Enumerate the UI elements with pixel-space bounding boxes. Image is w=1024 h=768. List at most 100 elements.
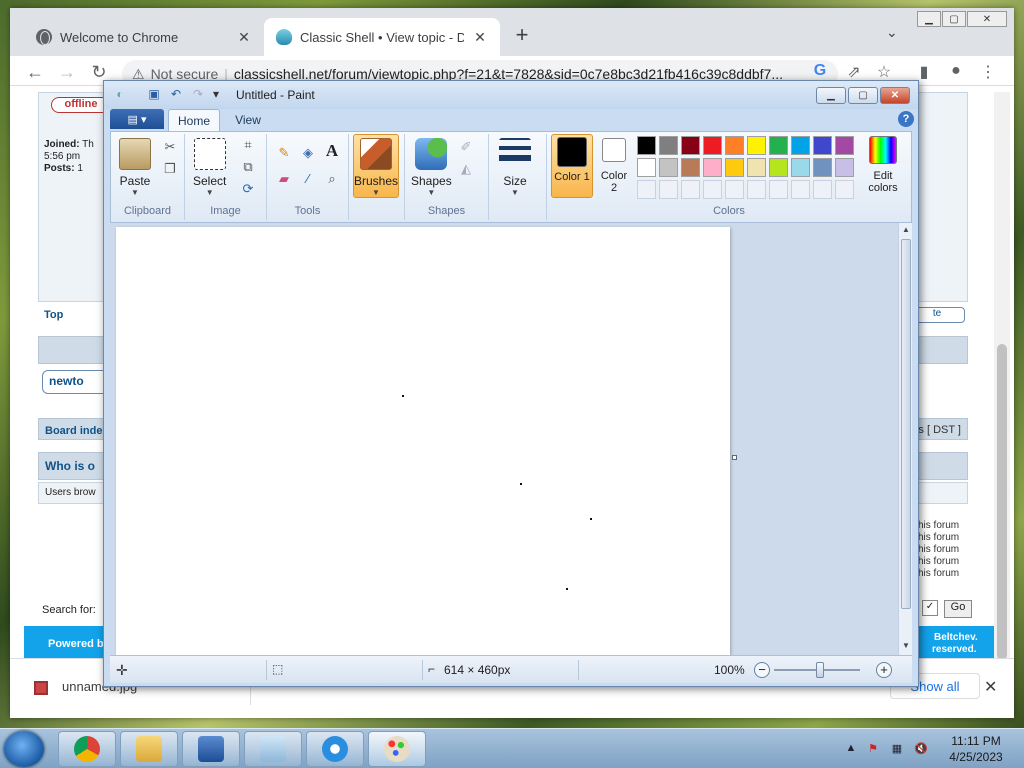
color-picker-icon[interactable]: ⁄ (299, 170, 317, 188)
copy-icon[interactable]: ❐ (161, 160, 179, 178)
palette-swatch[interactable] (791, 158, 810, 177)
new-tab-button[interactable]: + (510, 22, 534, 48)
shape-fill-icon[interactable]: ◭ (457, 160, 475, 178)
palette-swatch[interactable] (703, 158, 722, 177)
action-center-icon[interactable]: ⚑ (866, 742, 880, 756)
canvas-vertical-scrollbar[interactable]: ▲ ▼ (898, 223, 912, 655)
tab-welcome[interactable]: Welcome to Chrome ✕ (24, 18, 264, 56)
taskbar-notepad[interactable] (244, 731, 302, 767)
cut-icon[interactable]: ✂ (161, 138, 179, 156)
palette-swatch[interactable] (703, 136, 722, 155)
search-select[interactable]: ✓ (922, 600, 938, 616)
custom-color-slot[interactable] (725, 180, 744, 199)
zoom-out-button[interactable]: − (754, 662, 770, 678)
bookmark-star-icon[interactable]: ☆ (874, 62, 894, 82)
size-button[interactable]: Size ▼ (499, 138, 531, 197)
canvas-resize-handle[interactable] (732, 455, 737, 460)
palette-swatch[interactable] (681, 158, 700, 177)
zoom-in-button[interactable]: + (876, 662, 892, 678)
maximize-button[interactable]: ▢ (942, 11, 966, 27)
scroll-up-icon[interactable]: ▲ (902, 225, 910, 234)
custom-color-slot[interactable] (637, 180, 656, 199)
menu-icon[interactable]: ⋮ (978, 62, 998, 82)
paint-titlebar[interactable]: ◐ ▣ ↶ ↷ ▾ Untitled - Paint ▁ ▢ ✕ (104, 81, 918, 109)
text-icon[interactable]: A (323, 142, 341, 160)
palette-swatch[interactable] (813, 136, 832, 155)
go-button[interactable]: Go (944, 600, 972, 618)
close-tab-icon[interactable]: ✕ (472, 29, 488, 46)
palette-swatch[interactable] (659, 158, 678, 177)
palette-swatch[interactable] (659, 136, 678, 155)
custom-color-slot[interactable] (813, 180, 832, 199)
palette-swatch[interactable] (681, 136, 700, 155)
google-lens-icon[interactable]: G (810, 62, 830, 80)
fill-icon[interactable]: ◈ (299, 144, 317, 162)
resize-icon[interactable]: ⧉ (239, 158, 257, 176)
scroll-down-icon[interactable]: ▼ (902, 641, 910, 650)
tab-view[interactable]: View (224, 109, 272, 131)
share-icon[interactable]: ⇗ (844, 62, 864, 82)
paint-app-icon[interactable]: ◐ (112, 87, 128, 103)
taskbar-chrome[interactable] (58, 731, 116, 767)
taskbar-explorer[interactable] (120, 731, 178, 767)
taskbar-paint[interactable] (368, 731, 426, 767)
start-button[interactable] (4, 731, 44, 767)
palette-swatch[interactable] (637, 136, 656, 155)
palette-swatch[interactable] (637, 158, 656, 177)
close-download-bar-icon[interactable]: ✕ (984, 677, 997, 697)
custom-color-slot[interactable] (769, 180, 788, 199)
redo-icon[interactable]: ↷ (190, 87, 206, 103)
board-index-link[interactable]: Board inde (45, 425, 102, 437)
top-link[interactable]: Top (44, 309, 63, 321)
volume-muted-icon[interactable]: 🔇 (914, 742, 928, 756)
undo-icon[interactable]: ↶ (168, 87, 184, 103)
paint-minimize-button[interactable]: ▁ (816, 87, 846, 104)
select-button[interactable]: Select ▼ (193, 138, 226, 197)
show-hidden-icons[interactable]: ▲ (844, 742, 858, 756)
custom-color-slot[interactable] (659, 180, 678, 199)
shapes-button[interactable]: Shapes ▼ (411, 138, 452, 197)
palette-swatch[interactable] (747, 136, 766, 155)
customize-toolbar-icon[interactable]: ▾ (208, 87, 224, 103)
taskbar-ie[interactable] (306, 731, 364, 767)
tab-home[interactable]: Home (168, 109, 220, 131)
zoom-slider-thumb[interactable] (816, 662, 824, 678)
palette-swatch[interactable] (747, 158, 766, 177)
magnifier-icon[interactable]: ⌕ (323, 170, 341, 188)
profile-icon[interactable]: ● (946, 62, 966, 80)
color1-button[interactable]: Color 1 (551, 134, 593, 198)
custom-color-slot[interactable] (703, 180, 722, 199)
drawing-canvas[interactable] (116, 227, 730, 655)
pencil-icon[interactable]: ✎ (275, 144, 293, 162)
system-clock[interactable]: 11:11 PM 4/25/2023 (940, 733, 1012, 765)
taskbar-remote-desktop[interactable] (182, 731, 240, 767)
brushes-button[interactable]: Brushes ▼ (353, 134, 399, 198)
help-icon[interactable]: ? (898, 111, 914, 127)
custom-color-slot[interactable] (747, 180, 766, 199)
palette-swatch[interactable] (791, 136, 810, 155)
paint-close-button[interactable]: ✕ (880, 87, 910, 104)
custom-color-slot[interactable] (835, 180, 854, 199)
canvas-scrollbar-thumb[interactable] (901, 239, 911, 609)
palette-swatch[interactable] (769, 158, 788, 177)
paint-menu-button[interactable]: ▤ ▾ (110, 109, 164, 129)
outline-icon[interactable]: ✐ (457, 138, 475, 156)
palette-swatch[interactable] (725, 158, 744, 177)
forward-icon[interactable]: → (56, 62, 78, 83)
save-icon[interactable]: ▣ (146, 87, 162, 103)
network-icon[interactable]: ▦ (890, 742, 904, 756)
custom-color-slot[interactable] (681, 180, 700, 199)
tab-classic-shell[interactable]: Classic Shell • View topic - Diamond ✕ (264, 18, 500, 56)
edit-colors-button[interactable]: Edit colors (859, 136, 907, 194)
tab-search-icon[interactable]: ⌄ (886, 24, 898, 41)
palette-swatch[interactable] (813, 158, 832, 177)
crop-icon[interactable]: ⌗ (239, 136, 257, 154)
paint-maximize-button[interactable]: ▢ (848, 87, 878, 104)
side-panel-icon[interactable]: ▮ (914, 62, 934, 82)
rotate-icon[interactable]: ⟳ (239, 180, 257, 198)
minimize-button[interactable]: ▁ (917, 11, 941, 27)
palette-swatch[interactable] (835, 136, 854, 155)
palette-swatch[interactable] (725, 136, 744, 155)
eraser-icon[interactable]: ▰ (275, 170, 293, 188)
palette-swatch[interactable] (835, 158, 854, 177)
